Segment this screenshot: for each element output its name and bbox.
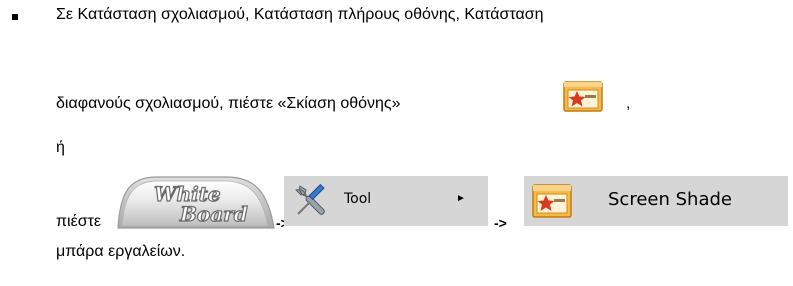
arrow-2: -> [494, 215, 507, 231]
tool-menu-item[interactable]: Tool ► [284, 176, 488, 226]
paragraph-line-1: Σε Κατάσταση σχολιασμού, Κατάσταση πλήρο… [56, 6, 544, 23]
whiteboard-label-line2: Board [179, 202, 248, 226]
screen-shade-menu-label: Screen Shade [608, 189, 732, 210]
tool-menu-label: Tool [344, 191, 372, 207]
paragraph-line-3: ή [56, 139, 65, 156]
paragraph-last-line: μπάρα εργαλείων. [56, 243, 186, 260]
screen-shade-menu-item[interactable]: Screen Shade [524, 176, 788, 226]
screen-shade-icon [563, 81, 603, 112]
tools-icon [295, 183, 325, 215]
press-label: πιέστε [56, 213, 102, 230]
paragraph-line-2: διαφανούς σχολιασμού, πιέστε «Σκίαση οθό… [56, 95, 401, 112]
screen-shade-icon [532, 184, 572, 218]
whiteboard-button[interactable]: White Board [116, 175, 276, 230]
submenu-arrow-icon: ► [456, 193, 466, 204]
list-bullet [12, 14, 18, 20]
paragraph-line-2-comma: , [626, 95, 631, 112]
